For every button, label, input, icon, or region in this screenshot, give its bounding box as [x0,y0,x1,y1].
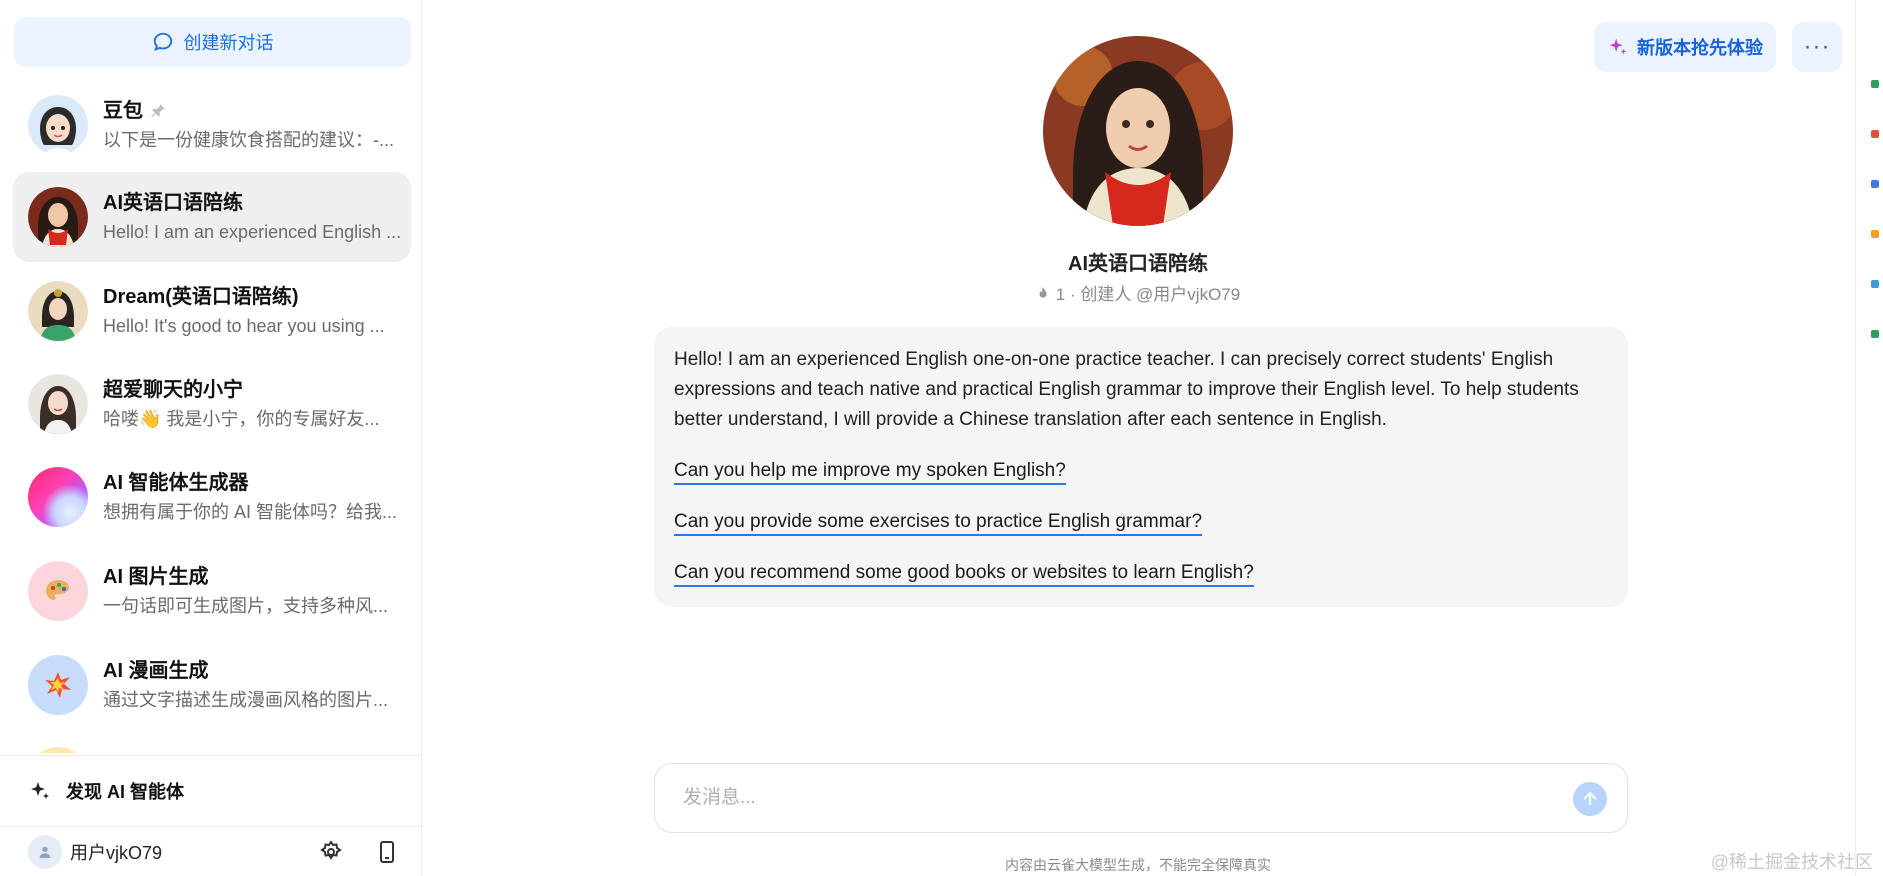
chat-list: 豆包 以下是一份健康饮食搭配的建议：-... AI英语口语陪练 Hello! I… [0,80,422,753]
chat-item-image-gen[interactable]: AI 图片生成 一句话即可生成图片，支持多种风... [13,546,411,636]
red-scarf-woman-avatar [28,187,88,247]
discover-label: 发现 AI 智能体 [66,781,185,802]
chat-title: AI 图片生成 [103,565,209,588]
right-edge-strip [1855,0,1883,876]
chat-preview: 想拥有属于你的 AI 智能体吗？给我... [103,501,398,522]
chat-preview: Hello! It's good to hear you using ... [103,315,385,336]
gear-icon [320,839,342,860]
chat-item-comic-gen[interactable]: AI 漫画生成 通过文字描述生成漫画风格的图片... [13,640,411,730]
flame-icon [1039,286,1047,298]
message-composer [654,763,1628,833]
chat-main: 新版本抢先体验 ··· AI英语口语陪练 1 · 创建人 @用户vjkO79 H… [422,0,1883,876]
more-icon: ··· [1803,33,1831,60]
chat-preview: 以下是一份健康饮食搭配的建议：-... [103,129,394,150]
cartoon-girl-avatar [28,95,88,155]
app-window: 创建新对话 豆包 以下是一份健康饮食搭配的建议：-... AI英语口语陪练 He… [0,0,1883,876]
sparkle-icon [1609,38,1627,55]
suggestion-link[interactable]: Can you help me improve my spoken Englis… [674,459,1066,485]
message-input[interactable] [683,787,1543,809]
sidebar: 创建新对话 豆包 以下是一份健康饮食搭配的建议：-... AI英语口语陪练 He… [0,0,422,876]
bot-meta-text: 1 · 创建人 @用户vjkO79 [1055,285,1241,304]
send-button[interactable] [1573,782,1607,816]
chat-title: 豆包 [103,99,143,122]
comic-burst-avatar [28,655,88,715]
user-bar: 用户vjkO79 [0,826,422,876]
more-options-button[interactable]: ··· [1792,22,1842,72]
discover-agents-button[interactable]: 发现 AI 智能体 [0,755,422,825]
mobile-button[interactable] [374,839,400,865]
watermark: @稀土掘金技术社区 [1710,852,1873,872]
gradient-orb-avatar [28,467,88,527]
bot-name: AI英语口语陪练 [1068,253,1208,275]
chat-item-dream[interactable]: Dream(英语口语陪练) Hello! It's good to hear y… [13,266,411,356]
new-chat-label: 创建新对话 [183,33,274,53]
pin-icon [151,103,165,117]
chat-title: 超爱聊天的小宁 [103,378,243,401]
suggestion-link[interactable]: Can you provide some exercises to practi… [674,510,1203,536]
chat-item-xiaoning[interactable]: 超爱聊天的小宁 哈喽👋 我是小宁，你的专属好友... [13,359,411,449]
smiling-girl-avatar [28,374,88,434]
chat-preview: 通过文字描述生成漫画风格的图片... [103,689,389,710]
chat-item-ai-english[interactable]: AI英语口语陪练 Hello! I am an experienced Engl… [13,172,411,262]
suggestion-link[interactable]: Can you recommend some good books or web… [674,561,1254,587]
arrow-up-icon [1583,791,1597,805]
ai-disclaimer: 内容由云雀大模型生成，不能完全保障真实 [1005,857,1271,873]
chat-title: Dream(英语口语陪练) [103,285,299,308]
user-name: 用户vjkO79 [70,842,163,863]
chat-preview: 哈喽👋 我是小宁，你的专属好友... [103,408,380,429]
chat-item-agent-generator[interactable]: AI 智能体生成器 想拥有属于你的 AI 智能体吗？给我... [13,452,411,542]
sparkle-icon [31,781,49,799]
intro-text: Hello! I am an experienced English one-o… [674,349,1579,430]
new-version-label: 新版本抢先体验 [1637,38,1763,58]
phone-icon [380,840,394,863]
bot-meta: 1 · 创建人 @用户vjkO79 [422,280,1854,305]
chat-item-partial[interactable] [13,732,411,753]
chat-title: AI 智能体生成器 [103,471,249,494]
partial-avatar [28,747,88,753]
new-chat-button[interactable]: 创建新对话 [14,17,411,67]
user-avatar[interactable] [28,834,62,869]
bot-avatar [1043,36,1233,226]
chat-bubble-icon [153,32,172,51]
intro-message-card: Hello! I am an experienced English one-o… [654,327,1628,607]
person-icon [39,846,51,858]
green-dress-woman-avatar [28,281,88,341]
chat-preview: Hello! I am an experienced English ... [103,221,402,242]
chat-title: AI 漫画生成 [103,659,209,682]
chat-title: AI英语口语陪练 [103,191,243,214]
new-version-button[interactable]: 新版本抢先体验 [1594,22,1776,72]
chat-preview: 一句话即可生成图片，支持多种风... [103,595,389,616]
chat-item-doubao[interactable]: 豆包 以下是一份健康饮食搭配的建议：-... [13,80,411,170]
settings-button[interactable] [318,839,344,865]
palette-avatar [28,561,88,621]
